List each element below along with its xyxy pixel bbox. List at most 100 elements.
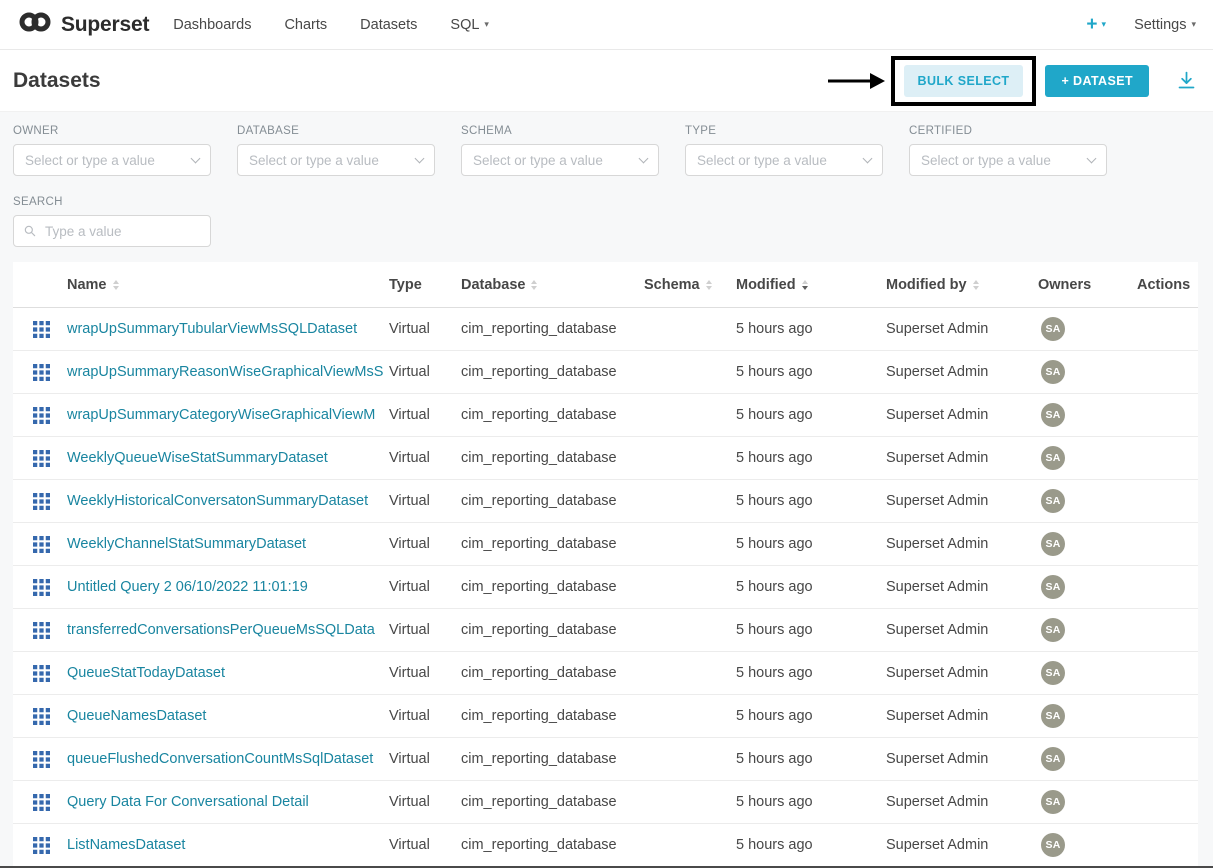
dataset-owners-cell: SA	[1038, 446, 1137, 470]
dataset-database-cell: cim_reporting_database	[461, 364, 644, 380]
download-button[interactable]	[1176, 70, 1197, 91]
owner-avatar[interactable]: SA	[1041, 446, 1065, 470]
superset-brand[interactable]: Superset	[17, 10, 149, 39]
nav-dashboards[interactable]: Dashboards	[173, 17, 251, 33]
dataset-name-cell: Query Data For Conversational Detail	[67, 794, 389, 810]
dataset-name-cell: WeeklyHistoricalConversatonSummaryDatase…	[67, 493, 389, 509]
nav-sql-label: SQL	[450, 17, 479, 33]
dataset-modified-cell: 5 hours ago	[736, 622, 886, 638]
type-filter-label: TYPE	[685, 125, 883, 137]
chevron-down-icon	[1087, 154, 1097, 164]
dataset-name-cell: wrapUpSummaryReasonWiseGraphicalViewMsS	[67, 364, 389, 380]
schema-filter-select[interactable]: Select or type a value	[461, 144, 659, 176]
table-row: wrapUpSummaryReasonWiseGraphicalViewMsS …	[13, 351, 1198, 394]
table-row: Untitled Query 2 06/10/2022 11:01:19 Vir…	[13, 566, 1198, 609]
dataset-modified-cell: 5 hours ago	[736, 665, 886, 681]
dataset-modified-cell: 5 hours ago	[736, 493, 886, 509]
schema-filter-label: SCHEMA	[461, 125, 659, 137]
filter-schema: SCHEMA Select or type a value	[461, 125, 659, 176]
filter-owner: OWNER Select or type a value	[13, 125, 211, 176]
dataset-name-link[interactable]: WeeklyQueueWiseStatSummaryDataset	[67, 450, 328, 466]
dataset-grid-icon	[33, 622, 50, 639]
dataset-owners-cell: SA	[1038, 704, 1137, 728]
dataset-name-link[interactable]: transferredConversationsPerQueueMsSQLDat…	[67, 622, 375, 638]
dataset-name-link[interactable]: wrapUpSummaryTubularViewMsSQLDataset	[67, 321, 357, 337]
dataset-database-cell: cim_reporting_database	[461, 751, 644, 767]
database-filter-select[interactable]: Select or type a value	[237, 144, 435, 176]
dataset-name-link[interactable]: QueueNamesDataset	[67, 708, 206, 724]
owner-avatar[interactable]: SA	[1041, 317, 1065, 341]
owner-avatar[interactable]: SA	[1041, 618, 1065, 642]
dataset-name-link[interactable]: WeeklyHistoricalConversatonSummaryDatase…	[67, 493, 368, 509]
dataset-modified-cell: 5 hours ago	[736, 751, 886, 767]
dataset-grid-icon	[33, 321, 50, 338]
plus-icon: +	[1086, 15, 1097, 34]
dataset-name-link[interactable]: WeeklyChannelStatSummaryDataset	[67, 536, 306, 552]
settings-menu-button[interactable]: Settings ▾	[1134, 17, 1196, 33]
dataset-name-link[interactable]: ListNamesDataset	[67, 837, 185, 853]
filter-type: TYPE Select or type a value	[685, 125, 883, 176]
owner-avatar[interactable]: SA	[1041, 575, 1065, 599]
table-body: wrapUpSummaryTubularViewMsSQLDataset Vir…	[13, 308, 1198, 867]
dataset-name-link[interactable]: Untitled Query 2 06/10/2022 11:01:19	[67, 579, 308, 595]
owner-avatar[interactable]: SA	[1041, 790, 1065, 814]
title-actions: BULK SELECT + DATASET	[826, 56, 1197, 106]
dataset-name-cell: wrapUpSummaryTubularViewMsSQLDataset	[67, 321, 389, 337]
dataset-grid-icon	[33, 794, 50, 811]
nav-charts[interactable]: Charts	[284, 17, 327, 33]
table-row: queueFlushedConversationCountMsSqlDatase…	[13, 738, 1198, 781]
table-row: ListNamesDataset Virtual cim_reporting_d…	[13, 824, 1198, 867]
column-header-database[interactable]: Database	[461, 277, 644, 293]
owner-filter-select[interactable]: Select or type a value	[13, 144, 211, 176]
owner-avatar[interactable]: SA	[1041, 403, 1065, 427]
main-nav: Dashboards Charts Datasets SQL▾	[173, 17, 489, 33]
dataset-name-link[interactable]: QueueStatTodayDataset	[67, 665, 225, 681]
dataset-type-cell: Virtual	[389, 579, 461, 595]
dataset-owners-cell: SA	[1038, 360, 1137, 384]
dataset-name-link[interactable]: wrapUpSummaryCategoryWiseGraphicalViewM	[67, 407, 375, 423]
dataset-name-link[interactable]: queueFlushedConversationCountMsSqlDatase…	[67, 751, 373, 767]
search-input[interactable]	[43, 223, 201, 240]
nav-dashboards-label: Dashboards	[173, 17, 251, 33]
owner-avatar[interactable]: SA	[1041, 489, 1065, 513]
brand-name: Superset	[61, 13, 149, 37]
add-dataset-button[interactable]: + DATASET	[1045, 65, 1149, 97]
dataset-type-cell: Virtual	[389, 708, 461, 724]
table-row: WeeklyHistoricalConversatonSummaryDatase…	[13, 480, 1198, 523]
certified-filter-select[interactable]: Select or type a value	[909, 144, 1107, 176]
dataset-modified-cell: 5 hours ago	[736, 450, 886, 466]
title-bar: Datasets BULK SELECT + DATASET	[0, 50, 1213, 112]
row-icon-cell	[13, 665, 67, 682]
dataset-name-cell: QueueStatTodayDataset	[67, 665, 389, 681]
table-row: wrapUpSummaryTubularViewMsSQLDataset Vir…	[13, 308, 1198, 351]
dataset-database-cell: cim_reporting_database	[461, 407, 644, 423]
new-item-menu-button[interactable]: + ▾	[1086, 15, 1106, 34]
column-header-modified-by[interactable]: Modified by	[886, 277, 1038, 293]
nav-datasets-label: Datasets	[360, 17, 417, 33]
search-filter-label: SEARCH	[13, 196, 1198, 208]
owner-avatar[interactable]: SA	[1041, 833, 1065, 857]
nav-datasets[interactable]: Datasets	[360, 17, 417, 33]
dataset-grid-icon	[33, 837, 50, 854]
dataset-modified-by-cell: Superset Admin	[886, 665, 1038, 681]
type-filter-select[interactable]: Select or type a value	[685, 144, 883, 176]
column-header-modified[interactable]: Modified	[736, 277, 886, 293]
dataset-modified-by-cell: Superset Admin	[886, 450, 1038, 466]
column-header-name[interactable]: Name	[67, 277, 389, 293]
dataset-name-link[interactable]: Query Data For Conversational Detail	[67, 794, 309, 810]
navbar-right: + ▾ Settings ▾	[1086, 15, 1196, 34]
certified-filter-label: CERTIFIED	[909, 125, 1107, 137]
dataset-modified-by-cell: Superset Admin	[886, 794, 1038, 810]
owner-avatar[interactable]: SA	[1041, 360, 1065, 384]
dataset-owners-cell: SA	[1038, 317, 1137, 341]
bulk-select-button[interactable]: BULK SELECT	[904, 65, 1024, 97]
owner-avatar[interactable]: SA	[1041, 747, 1065, 771]
dataset-name-link[interactable]: wrapUpSummaryReasonWiseGraphicalViewMsS	[67, 364, 383, 380]
dataset-owners-cell: SA	[1038, 575, 1137, 599]
nav-sql[interactable]: SQL▾	[450, 17, 489, 33]
dataset-modified-by-cell: Superset Admin	[886, 321, 1038, 337]
column-header-schema[interactable]: Schema	[644, 277, 736, 293]
owner-avatar[interactable]: SA	[1041, 532, 1065, 556]
owner-avatar[interactable]: SA	[1041, 704, 1065, 728]
owner-avatar[interactable]: SA	[1041, 661, 1065, 685]
